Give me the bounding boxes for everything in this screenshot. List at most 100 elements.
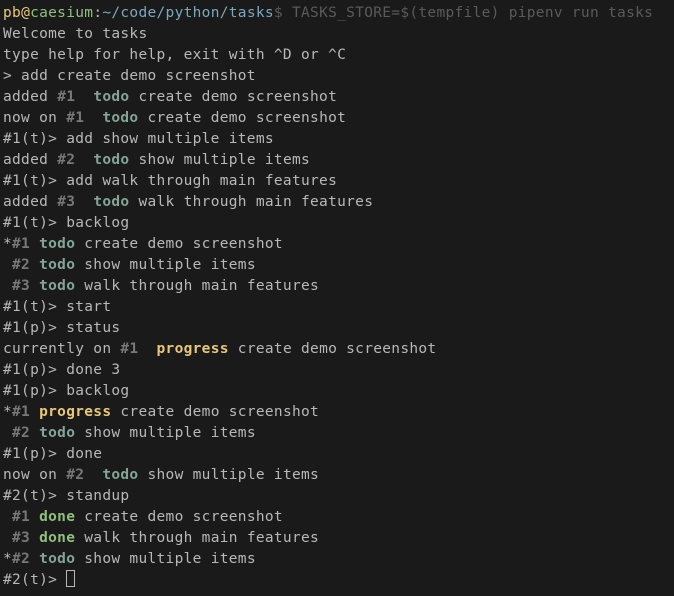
task-desc: walk through main features: [75, 530, 319, 546]
line-text: type help for help, exit with ^D or ^C: [3, 47, 346, 63]
task-desc: show multiple items: [75, 257, 256, 273]
shell-user: pb: [3, 5, 21, 21]
line-prefix: now on: [3, 467, 66, 483]
task-desc: create demo screenshot: [229, 341, 437, 357]
task-desc: create demo screenshot: [129, 89, 337, 105]
terminal-line: #1(p)> done: [3, 444, 671, 465]
shell-at: @: [21, 5, 30, 21]
terminal-line: Welcome to tasks: [3, 24, 671, 45]
terminal-line: #3 todo walk through main features: [3, 276, 671, 297]
task-number: #2: [12, 425, 30, 441]
task-status: todo: [39, 551, 75, 567]
task-desc: create demo screenshot: [111, 404, 319, 420]
task-number: #3: [12, 278, 30, 294]
line-text: #1(p)> done 3: [3, 362, 120, 378]
line-prefix: added: [3, 152, 57, 168]
line-prefix: now on: [3, 110, 66, 126]
terminal[interactable]: pb@caesium:~/code/python/tasks$ TASKS_ST…: [3, 3, 671, 591]
task-status: progress: [39, 404, 111, 420]
terminal-line: added #3 todo walk through main features: [3, 192, 671, 213]
shell-command: TASKS_STORE=$(tempfile) pipenv run tasks: [292, 5, 653, 21]
task-status: done: [39, 509, 75, 525]
task-number: #1: [12, 509, 30, 525]
terminal-line: #1(p)> status: [3, 318, 671, 339]
shell-path: ~/code/python/tasks: [102, 5, 274, 21]
terminal-line: #2 todo show multiple items: [3, 423, 671, 444]
task-number: #2: [12, 257, 30, 273]
task-status: todo: [102, 110, 138, 126]
task-status: todo: [39, 278, 75, 294]
task-number: #2: [57, 152, 75, 168]
line-text: #1(t)> add walk through main features: [3, 173, 337, 189]
shell-prompt-line: pb@caesium:~/code/python/tasks$ TASKS_ST…: [3, 3, 671, 24]
line-text: #1(t)> add show multiple items: [3, 131, 274, 147]
task-number: #3: [57, 194, 75, 210]
task-desc: show multiple items: [129, 152, 310, 168]
task-number: #1: [12, 236, 30, 252]
line-prefix: [3, 278, 12, 294]
terminal-line: #2(t)> standup: [3, 486, 671, 507]
task-status: todo: [39, 236, 75, 252]
task-status: todo: [39, 425, 75, 441]
task-desc: create demo screenshot: [75, 509, 283, 525]
line-text: #1(p)> status: [3, 320, 120, 336]
task-status: todo: [93, 194, 129, 210]
line-text: #1(p)> backlog: [3, 383, 129, 399]
line-prefix: currently on: [3, 341, 120, 357]
terminal-line: currently on #1 progress create demo scr…: [3, 339, 671, 360]
line-prefix: [3, 509, 12, 525]
line-text: #1(p)> done: [3, 446, 102, 462]
line-text: #1(t)> start: [3, 299, 111, 315]
terminal-line: #3 done walk through main features: [3, 528, 671, 549]
line-prefix: [3, 257, 12, 273]
task-desc: walk through main features: [129, 194, 373, 210]
line-prefix: added: [3, 194, 57, 210]
task-desc: show multiple items: [75, 425, 256, 441]
terminal-line: #1(t)> start: [3, 297, 671, 318]
task-status: todo: [93, 152, 129, 168]
terminal-line: #1(t)> add show multiple items: [3, 129, 671, 150]
task-number: #3: [12, 530, 30, 546]
terminal-line: now on #1 todo create demo screenshot: [3, 108, 671, 129]
terminal-line: added #1 todo create demo screenshot: [3, 87, 671, 108]
task-status: done: [39, 530, 75, 546]
terminal-line: #1(t)> backlog: [3, 213, 671, 234]
line-prefix: *: [3, 551, 12, 567]
terminal-line: #1(p)> backlog: [3, 381, 671, 402]
task-number: #2: [66, 467, 84, 483]
task-status: progress: [157, 341, 229, 357]
task-desc: create demo screenshot: [75, 236, 283, 252]
terminal-line: #1(t)> add walk through main features: [3, 171, 671, 192]
terminal-line: #2(t)>: [3, 570, 671, 591]
task-desc: show multiple items: [75, 551, 256, 567]
task-number: #1: [12, 404, 30, 420]
task-number: #1: [57, 89, 75, 105]
terminal-line: type help for help, exit with ^D or ^C: [3, 45, 671, 66]
task-status: todo: [93, 89, 129, 105]
task-desc: show multiple items: [138, 467, 319, 483]
task-number: #1: [120, 341, 138, 357]
shell-colon: :: [93, 5, 102, 21]
line-text: #2(t)> standup: [3, 488, 129, 504]
line-text: > add create demo screenshot: [3, 68, 256, 84]
line-prefix: *: [3, 236, 12, 252]
task-number: #1: [66, 110, 84, 126]
line-prefix: [3, 425, 12, 441]
terminal-line: #2 todo show multiple items: [3, 255, 671, 276]
terminal-line: *#1 progress create demo screenshot: [3, 402, 671, 423]
cursor-icon: [66, 570, 75, 587]
terminal-line: now on #2 todo show multiple items: [3, 465, 671, 486]
task-desc: walk through main features: [75, 278, 319, 294]
task-desc: create demo screenshot: [138, 110, 346, 126]
shell-dollar: $: [274, 5, 292, 21]
line-text: Welcome to tasks: [3, 26, 147, 42]
task-number: #2: [12, 551, 30, 567]
line-prefix: *: [3, 404, 12, 420]
line-prefix: added: [3, 89, 57, 105]
terminal-line: > add create demo screenshot: [3, 66, 671, 87]
shell-host: caesium: [30, 5, 93, 21]
task-status: todo: [39, 257, 75, 273]
terminal-line: *#1 todo create demo screenshot: [3, 234, 671, 255]
task-status: todo: [102, 467, 138, 483]
terminal-line: *#2 todo show multiple items: [3, 549, 671, 570]
